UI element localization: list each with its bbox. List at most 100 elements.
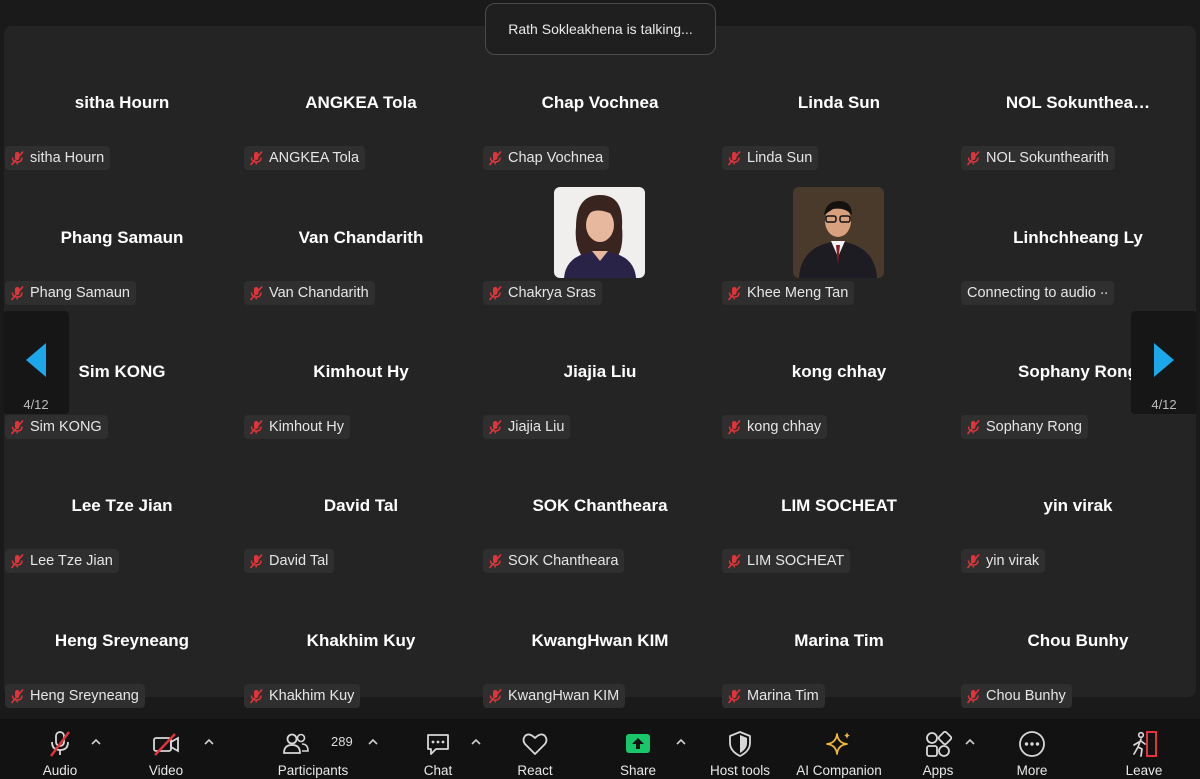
participant-name-text: SOK Chantheara xyxy=(508,553,619,569)
participant-display-name: Lee Tze Jian xyxy=(71,496,173,515)
apps-button[interactable]: Apps xyxy=(916,719,960,779)
participant-name-text: Marina Tim xyxy=(747,688,819,704)
participant-tile[interactable]: ANGKEA Tola ANGKEA Tola xyxy=(242,37,480,171)
participant-tile[interactable]: Lee Tze Jian Lee Tze Jian xyxy=(3,440,241,574)
next-page-button[interactable]: 4/12 xyxy=(1131,311,1197,414)
participant-display-name: Linhchheang Ly xyxy=(1013,228,1143,247)
participant-name-label: Khakhim Kuy xyxy=(244,684,361,708)
apps-label: Apps xyxy=(922,763,954,778)
participant-tile[interactable]: Van Chandarith Van Chandarith xyxy=(242,172,480,306)
share-label: Share xyxy=(619,763,657,778)
participant-name-text: sitha Hourn xyxy=(30,150,105,166)
participants-button[interactable]: Participants xyxy=(276,719,350,779)
ai-companion-button[interactable]: AI Companion xyxy=(792,719,886,779)
participant-tile[interactable]: Chap Vochnea Chap Vochnea xyxy=(481,37,719,171)
participant-tile[interactable]: Jiajia Liu Jiajia Liu xyxy=(481,306,719,440)
video-button[interactable]: Video xyxy=(144,719,188,779)
host-tools-button[interactable]: Host tools xyxy=(708,719,772,779)
participant-tile[interactable]: SOK Chantheara SOK Chantheara xyxy=(481,440,719,574)
audio-options-caret-icon[interactable] xyxy=(90,737,102,747)
microphone-muted-icon xyxy=(249,688,263,704)
participant-tile[interactable]: sitha Hourn sitha Hourn xyxy=(3,37,241,171)
video-options-caret-icon[interactable] xyxy=(203,737,215,747)
participant-avatar xyxy=(554,187,645,278)
participant-tile[interactable]: Chakrya Sras xyxy=(481,172,719,306)
microphone-muted-icon xyxy=(488,419,502,435)
more-button[interactable]: More xyxy=(1010,719,1054,779)
participants-options-caret-icon[interactable] xyxy=(367,737,379,747)
participant-tile[interactable]: LIM SOCHEAT LIM SOCHEAT xyxy=(720,440,958,574)
participant-tile[interactable]: Chou Bunhy Chou Bunhy xyxy=(959,575,1197,709)
participant-name-label: Sophany Rong xyxy=(961,415,1088,439)
participant-display-name: Heng Sreyneang xyxy=(54,631,190,650)
react-button[interactable]: React xyxy=(513,719,557,779)
chat-button[interactable]: Chat xyxy=(416,719,460,779)
participant-display-name: Kimhout Hy xyxy=(313,362,409,381)
participant-tile[interactable]: Heng Sreyneang Heng Sreyneang xyxy=(3,575,241,709)
participant-tile[interactable]: kong chhay kong chhay xyxy=(720,306,958,440)
participant-tile[interactable]: yin virak yin virak xyxy=(959,440,1197,574)
sparkle-icon xyxy=(826,732,850,755)
microphone-muted-icon xyxy=(966,419,980,435)
participant-display-name: NOL Sokunthea… xyxy=(1005,93,1151,112)
participant-tile[interactable]: Phang Samaun Phang Samaun xyxy=(3,172,241,306)
participant-name-text: Kimhout Hy xyxy=(269,419,344,435)
participant-name-label: Jiajia Liu xyxy=(483,415,571,439)
participant-tile[interactable]: David Tal David Tal xyxy=(242,440,480,574)
participant-name-label: sitha Hourn xyxy=(5,146,111,170)
microphone-muted-icon xyxy=(50,731,70,757)
participant-tile[interactable]: NOL Sokunthea… NOL Sokunthearith xyxy=(959,37,1197,171)
participant-name-text: ANGKEA Tola xyxy=(269,150,360,166)
participant-display-name: ANGKEA Tola xyxy=(305,93,417,112)
participant-tile[interactable]: KwangHwan KIM KwangHwan KIM xyxy=(481,575,719,709)
participant-name-label: David Tal xyxy=(244,549,335,573)
participant-name-text: Chap Vochnea xyxy=(508,150,604,166)
participant-name-text: Heng Sreyneang xyxy=(30,688,139,704)
microphone-muted-icon xyxy=(966,150,980,166)
ai-companion-label: AI Companion xyxy=(796,763,882,778)
host-tools-label: Host tools xyxy=(709,763,771,778)
participant-tile[interactable]: Kimhout Hy Kimhout Hy xyxy=(242,306,480,440)
microphone-muted-icon xyxy=(727,285,741,301)
participant-display-name: KwangHwan KIM xyxy=(531,631,669,650)
share-options-caret-icon[interactable] xyxy=(675,737,687,747)
apps-options-caret-icon[interactable] xyxy=(964,737,976,747)
microphone-muted-icon xyxy=(10,688,24,704)
share-button[interactable]: Share xyxy=(616,719,660,779)
participant-name-label: Heng Sreyneang xyxy=(5,684,145,708)
participant-name-text: Phang Samaun xyxy=(30,285,130,301)
microphone-muted-icon xyxy=(249,150,263,166)
leave-label: Leave xyxy=(1125,763,1163,778)
participant-name-text: yin virak xyxy=(986,553,1040,569)
leave-button[interactable]: Leave xyxy=(1122,719,1166,779)
participant-avatar xyxy=(793,187,884,278)
microphone-muted-icon xyxy=(10,150,24,166)
participant-name-text: Linda Sun xyxy=(747,150,813,166)
participant-name-label: yin virak xyxy=(961,549,1046,573)
participant-display-name: Chap Vochnea xyxy=(541,93,659,112)
participant-tile[interactable]: Linda Sun Linda Sun xyxy=(720,37,958,171)
chat-icon xyxy=(427,734,449,755)
participant-name-text: Jiajia Liu xyxy=(508,419,565,435)
participant-tile[interactable]: Linhchheang Ly Connecting to audio ∙∙ xyxy=(959,172,1197,306)
chat-options-caret-icon[interactable] xyxy=(470,737,482,747)
participant-name-label: Phang Samaun xyxy=(5,281,136,305)
microphone-muted-icon xyxy=(488,150,502,166)
participant-name-label: Kimhout Hy xyxy=(244,415,350,439)
participant-name-label: Van Chandarith xyxy=(244,281,375,305)
participant-name-text: David Tal xyxy=(269,553,329,569)
participant-name-label: kong chhay xyxy=(722,415,828,439)
audio-button[interactable]: Audio xyxy=(38,719,82,779)
participant-tile[interactable]: Khakhim Kuy Khakhim Kuy xyxy=(242,575,480,709)
video-label: Video xyxy=(148,763,184,778)
participant-name-label: ANGKEA Tola xyxy=(244,146,366,170)
heart-icon xyxy=(522,733,548,755)
participant-tile[interactable]: Marina Tim Marina Tim xyxy=(720,575,958,709)
participant-name-label: Marina Tim xyxy=(722,684,825,708)
arrow-right-icon xyxy=(1154,343,1174,377)
previous-page-button[interactable]: 4/12 xyxy=(3,311,69,414)
talking-indicator-text: Rath Sokleakhena is talking... xyxy=(508,21,693,37)
participant-tile[interactable]: Khee Meng Tan xyxy=(720,172,958,306)
participant-name-label: Chap Vochnea xyxy=(483,146,610,170)
participant-name-text: Khakhim Kuy xyxy=(269,688,355,704)
